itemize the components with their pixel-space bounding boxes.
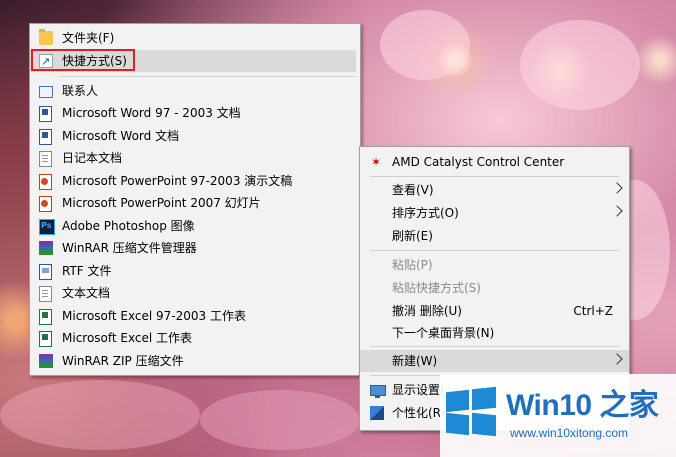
new-rtf-file-item[interactable]: RTF 文件 xyxy=(30,260,360,282)
paste-item[interactable]: 粘贴(P) xyxy=(360,254,629,276)
chevron-right-icon xyxy=(611,182,623,194)
refresh-item[interactable]: 刷新(E) xyxy=(360,225,629,247)
personalize-icon xyxy=(370,406,384,420)
undo-delete-item[interactable]: 撤消 删除(U) Ctrl+Z xyxy=(360,300,629,322)
new-journal-document-item[interactable]: 日记本文档 xyxy=(30,147,360,169)
excel-icon xyxy=(39,331,52,347)
new-word-document-item[interactable]: Microsoft Word 文档 xyxy=(30,125,360,147)
powerpoint-icon xyxy=(39,174,52,190)
display-settings-icon xyxy=(370,385,386,398)
new-winrar-archive-item[interactable]: WinRAR 压缩文件管理器 xyxy=(30,237,360,259)
winrar-icon xyxy=(39,241,53,255)
contact-icon xyxy=(39,86,53,98)
win10-watermark: Win10 之家 www.win10xitong.com xyxy=(440,374,676,457)
new-photoshop-image-item[interactable]: Adobe Photoshop 图像 xyxy=(30,215,360,237)
windows-logo-icon xyxy=(446,386,496,437)
shortcut-highlight-box xyxy=(31,49,135,71)
watermark-title: Win10 之家 xyxy=(506,389,659,422)
amd-icon xyxy=(370,151,384,173)
new-powerpoint-2007-item[interactable]: Microsoft PowerPoint 2007 幻灯片 xyxy=(30,192,360,214)
new-excel-worksheet-item[interactable]: Microsoft Excel 工作表 xyxy=(30,327,360,349)
new-winrar-zip-item[interactable]: WinRAR ZIP 压缩文件 xyxy=(30,350,360,372)
word-icon xyxy=(39,106,52,122)
menu-separator xyxy=(370,176,619,177)
chevron-right-icon xyxy=(611,205,623,217)
paste-shortcut-item[interactable]: 粘贴快捷方式(S) xyxy=(360,277,629,299)
undo-shortcut-hint: Ctrl+Z xyxy=(573,304,613,318)
new-item[interactable]: 新建(W) xyxy=(360,350,629,372)
menu-separator xyxy=(370,250,619,251)
next-desktop-background-item[interactable]: 下一个桌面背景(N) xyxy=(360,322,629,344)
text-document-icon xyxy=(39,286,52,302)
new-contact-item[interactable]: 联系人 xyxy=(30,80,360,102)
chevron-right-icon xyxy=(611,353,623,365)
powerpoint-icon xyxy=(39,196,52,212)
photoshop-icon xyxy=(39,215,55,237)
watermark-url: www.win10xitong.com xyxy=(510,426,629,440)
menu-separator xyxy=(60,76,356,77)
new-folder-item[interactable]: 文件夹(F) xyxy=(30,27,360,49)
winrar-zip-icon xyxy=(39,354,53,368)
new-excel-97-2003-item[interactable]: Microsoft Excel 97-2003 工作表 xyxy=(30,305,360,327)
menu-separator xyxy=(370,346,619,347)
journal-document-icon xyxy=(39,151,52,167)
folder-icon xyxy=(39,29,53,45)
excel-icon xyxy=(39,309,52,325)
rtf-icon xyxy=(39,264,52,280)
amd-catalyst-item[interactable]: AMD Catalyst Control Center xyxy=(360,151,629,173)
sort-by-item[interactable]: 排序方式(O) xyxy=(360,202,629,224)
new-text-document-item[interactable]: 文本文档 xyxy=(30,282,360,304)
word-icon xyxy=(39,129,52,145)
new-powerpoint-97-2003-item[interactable]: Microsoft PowerPoint 97-2003 演示文稿 xyxy=(30,170,360,192)
view-item[interactable]: 查看(V) xyxy=(360,179,629,201)
new-word-97-2003-item[interactable]: Microsoft Word 97 - 2003 文档 xyxy=(30,102,360,124)
new-submenu: 文件夹(F) 快捷方式(S) 联系人 Microsoft Word 97 - 2… xyxy=(29,23,361,376)
